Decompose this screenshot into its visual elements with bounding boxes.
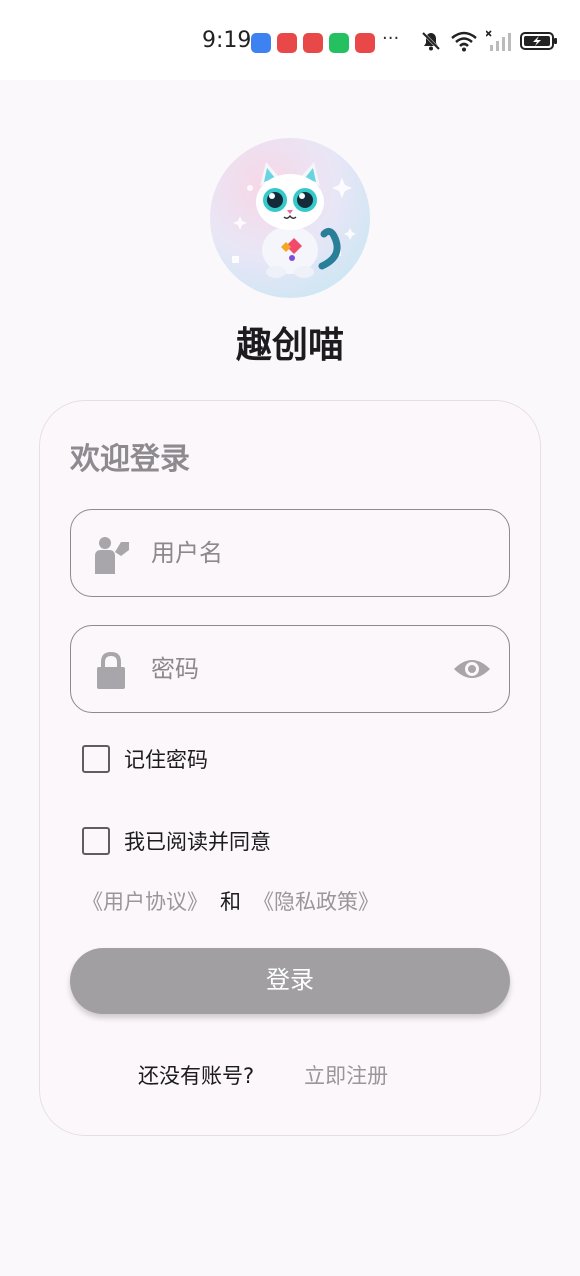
register-row: 还没有账号? 立即注册	[138, 1060, 388, 1090]
more-notifications-icon: ···	[382, 28, 400, 49]
login-button[interactable]: 登录	[70, 948, 510, 1014]
alipay-icon	[251, 33, 271, 53]
lock-icon	[97, 651, 125, 689]
app-red-icon	[355, 33, 375, 53]
status-time: 9:19	[202, 28, 252, 53]
user-agreement-link[interactable]: 《用户协议》	[82, 886, 208, 916]
username-input[interactable]	[151, 510, 431, 596]
signal-icon	[486, 30, 511, 51]
agree-terms-label[interactable]: 我已阅读并同意	[124, 826, 271, 856]
status-bar: 9:19 ···	[0, 0, 580, 80]
password-field[interactable]	[70, 625, 510, 713]
remember-password-label[interactable]: 记住密码	[124, 744, 208, 774]
app-red-icon	[303, 33, 323, 53]
agree-terms-checkbox[interactable]	[82, 827, 110, 855]
eye-icon[interactable]	[453, 654, 491, 684]
cat-mascot-logo	[232, 162, 356, 278]
policy-links: 《用户协议》 和 《隐私政策》	[82, 886, 379, 916]
battery-charging-icon	[520, 32, 557, 50]
username-field[interactable]	[70, 509, 510, 597]
remember-password-row[interactable]: 记住密码	[82, 744, 208, 774]
app-name: 趣创喵	[235, 325, 344, 366]
no-account-text: 还没有账号?	[138, 1064, 255, 1088]
system-icons	[420, 30, 558, 52]
privacy-policy-link[interactable]: 《隐私政策》	[253, 886, 379, 916]
and-text: 和	[220, 890, 241, 914]
remember-password-checkbox[interactable]	[82, 745, 110, 773]
user-icon	[95, 537, 129, 574]
password-input[interactable]	[151, 626, 431, 712]
notification-icons	[251, 33, 375, 53]
wechat-icon	[329, 33, 349, 53]
register-link[interactable]: 立即注册	[304, 1060, 388, 1090]
app-red-icon	[277, 33, 297, 53]
mute-icon	[421, 31, 441, 51]
app-logo	[210, 138, 370, 298]
agree-terms-row[interactable]: 我已阅读并同意	[82, 826, 271, 856]
welcome-title: 欢迎登录	[70, 442, 190, 477]
wifi-icon	[451, 31, 477, 52]
